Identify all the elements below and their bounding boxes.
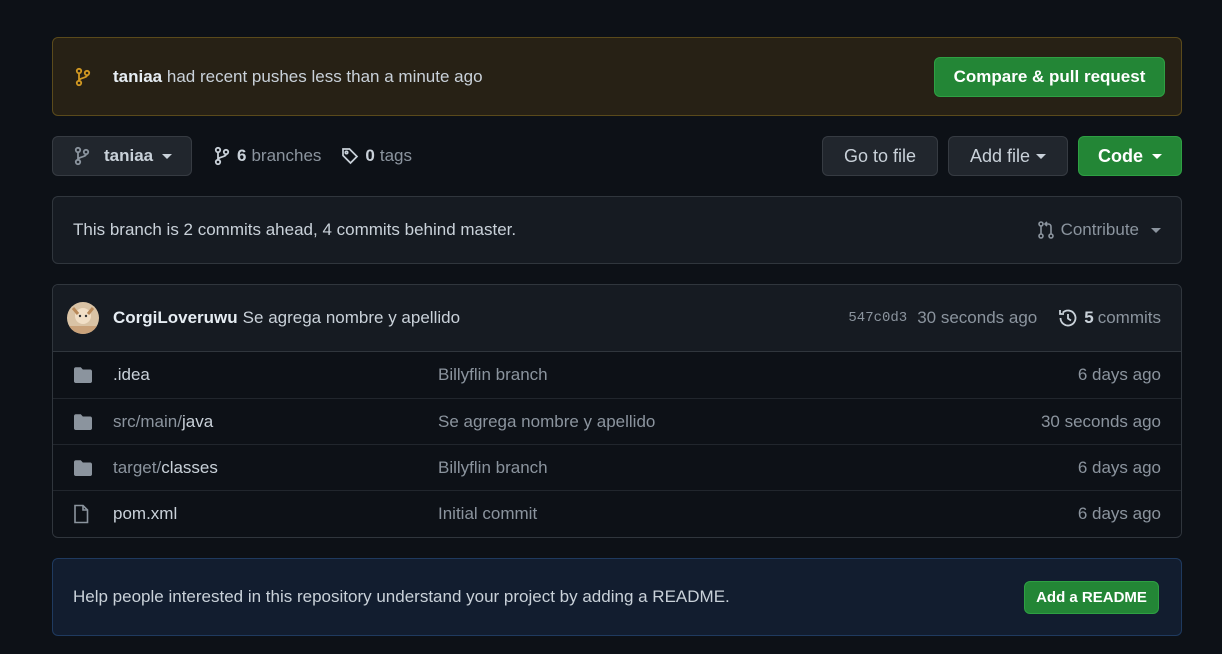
branches-link[interactable]: 6 branches	[213, 146, 321, 166]
commits-history-link[interactable]: 5 commits	[1057, 307, 1161, 329]
branch-select-button[interactable]: taniaa	[52, 136, 192, 176]
file-path-prefix: target/	[113, 457, 162, 477]
readme-prompt-text: Help people interested in this repositor…	[73, 587, 730, 606]
file-listing: CorgiLoveruwu Se agrega nombre y apellid…	[52, 284, 1182, 538]
tags-count: 0	[365, 146, 375, 165]
tags-link[interactable]: 0 tags	[341, 146, 412, 166]
file-commit-message-link[interactable]: Initial commit	[438, 504, 1078, 524]
commit-message-link[interactable]: Se agrega nombre y apellido	[243, 308, 849, 328]
branches-label: branches	[251, 146, 322, 165]
file-commit-message-link[interactable]: Billyflin branch	[438, 458, 1078, 478]
commit-sha-link[interactable]: 547c0d3	[848, 310, 907, 326]
code-label: Code	[1098, 145, 1143, 166]
file-commit-message-link[interactable]: Billyflin branch	[438, 365, 1078, 385]
repo-nav-row: taniaa 6 branches 0 tags Go to file Add …	[52, 136, 1182, 176]
file-name: .idea	[113, 365, 150, 384]
commit-time: 30 seconds ago	[917, 308, 1038, 327]
file-name-link[interactable]: target/classes	[113, 458, 438, 478]
contribute-label: Contribute	[1060, 220, 1139, 239]
file-commit-age: 6 days ago	[1077, 503, 1161, 523]
tag-icon	[342, 148, 359, 165]
push-user-link[interactable]: taniaa	[113, 67, 162, 86]
branch-status-box: This branch is 2 commits ahead, 4 commit…	[52, 196, 1182, 264]
tags-label: tags	[379, 146, 413, 165]
git-branch-icon	[74, 146, 90, 166]
commit-count: 5	[1084, 308, 1094, 327]
recent-push-message: taniaa had recent pushes less than a min…	[113, 67, 934, 87]
file-name: classes	[161, 457, 218, 477]
file-commit-age: 30 seconds ago	[1040, 411, 1161, 431]
branches-count: 6	[237, 146, 247, 165]
file-row[interactable]: target/classes Billyflin branch 6 days ago	[53, 444, 1181, 490]
chevron-down-icon	[1036, 153, 1047, 159]
compare-pull-request-button[interactable]: Compare & pull request	[934, 56, 1165, 97]
add-file-label: Add file	[969, 145, 1031, 166]
code-button[interactable]: Code	[1078, 136, 1182, 176]
file-name-link[interactable]: pom.xml	[113, 504, 438, 524]
avatar[interactable]	[67, 302, 99, 334]
file-commit-age: 6 days ago	[1077, 365, 1161, 384]
file-commit-age: 6 days ago	[1077, 457, 1161, 477]
ahead-behind-text: This branch is 2 commits ahead, 4 commit…	[73, 220, 517, 239]
folder-icon	[73, 459, 95, 477]
file-name: java	[181, 411, 214, 431]
file-name: pom.xml	[113, 503, 178, 523]
chevron-down-icon	[1151, 227, 1161, 233]
file-icon	[73, 504, 95, 524]
file-row[interactable]: src/main/java Se agrega nombre y apellido…	[53, 398, 1181, 444]
folder-icon	[73, 413, 95, 431]
commit-author-link[interactable]: CorgiLoveruwu	[113, 308, 238, 328]
file-row[interactable]: pom.xml Initial commit 6 days ago	[53, 490, 1181, 536]
file-name-link[interactable]: src/main/java	[113, 412, 438, 432]
add-file-button[interactable]: Add file	[948, 136, 1068, 176]
chevron-down-icon	[162, 153, 173, 159]
file-path-prefix: src/main/	[113, 411, 182, 431]
contribute-button[interactable]: Contribute	[1037, 220, 1161, 240]
file-row[interactable]: .idea Billyflin branch 6 days ago	[53, 352, 1181, 398]
chevron-down-icon	[1152, 153, 1162, 159]
push-message-text: had recent pushes less than a minute ago	[166, 66, 483, 86]
file-commit-message-link[interactable]: Se agrega nombre y apellido	[438, 412, 1041, 432]
recent-push-banner: taniaa had recent pushes less than a min…	[52, 37, 1182, 116]
add-readme-button[interactable]: Add a README	[1024, 580, 1159, 614]
git-branch-icon	[214, 146, 230, 166]
git-branch-icon	[75, 67, 93, 87]
branch-name: taniaa	[104, 146, 154, 165]
folder-icon	[73, 366, 95, 384]
readme-prompt: Help people interested in this repositor…	[52, 558, 1182, 636]
go-to-file-button[interactable]: Go to file	[822, 136, 938, 176]
commit-label: commits	[1097, 308, 1161, 327]
pull-request-icon	[1037, 221, 1054, 239]
file-name-link[interactable]: .idea	[113, 365, 438, 385]
latest-commit-bar: CorgiLoveruwu Se agrega nombre y apellid…	[53, 285, 1181, 352]
file-rows: .idea Billyflin branch 6 days ago src/main/…	[53, 352, 1181, 536]
history-icon	[1059, 309, 1077, 327]
